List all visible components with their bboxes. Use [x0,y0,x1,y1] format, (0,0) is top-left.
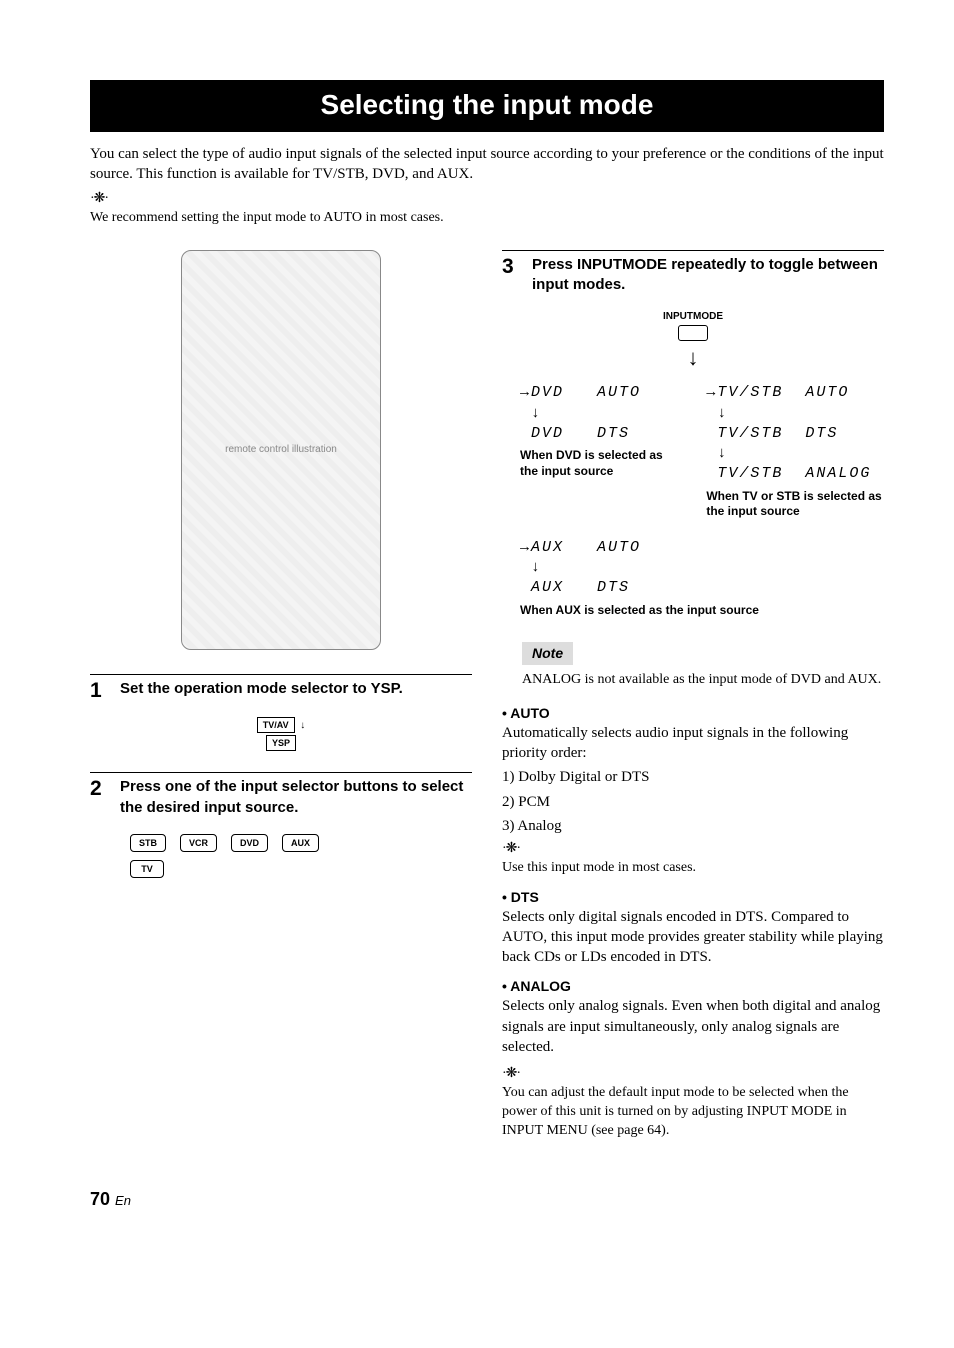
tip-icon: ·❋· [502,1065,884,1084]
inputmode-label: INPUTMODE [502,310,884,324]
aux-button: AUX [282,834,319,852]
remote-illustration: remote control illustration [181,250,381,650]
down-arrow-icon: ↓ [502,347,884,369]
tvstb-caption: When TV or STB is selected as the input … [706,489,884,520]
auto-tip: Use this input mode in most cases. [502,859,884,878]
note-label: Note [522,642,573,665]
lcd-row-2: →AUX AUTO ↓ AUX DTS When AUX is selected… [520,538,884,618]
analog-heading: • ANALOG [502,977,884,996]
tv-button: TV [130,860,164,878]
mode-switch-figure: TV/AV ↓ YSP [90,716,472,752]
left-column: remote control illustration 1 Set the op… [90,244,472,1151]
auto-p1: 1) Dolby Digital or DTS [502,767,884,787]
remote-placeholder-label: remote control illustration [225,443,337,457]
page-number: 70 En [90,1187,884,1211]
rule [90,674,472,675]
page-number-value: 70 [90,1189,110,1209]
auto-p2: 2) PCM [502,792,884,812]
tip-icon: ·❋· [502,840,884,859]
top-tip: We recommend setting the input mode to A… [90,209,884,228]
step-number: 1 [90,679,108,702]
inputmode-figure: INPUTMODE ↓ [502,310,884,370]
page-title: Selecting the input mode [90,80,884,132]
step-2: 2 Press one of the input selector button… [90,777,472,818]
dts-body: Selects only digital signals encoded in … [502,907,884,968]
switch-tvav: TV/AV [257,717,295,733]
input-buttons-row2: TV [90,860,472,878]
tip-icon: ·❋· [90,190,884,209]
final-tip: You can adjust the default input mode to… [502,1084,884,1141]
dvd-button: DVD [231,834,268,852]
step-1: 1 Set the operation mode selector to YSP… [90,679,472,702]
step-number: 2 [90,777,108,818]
lcd-row-1: →DVD AUTO ↓ DVD DTS When DVD is selected… [520,383,884,519]
dvd-caption: When DVD is selected as the input source [520,448,676,479]
inputmode-button-icon [678,325,708,341]
stb-button: STB [130,834,166,852]
intro-paragraph: You can select the type of audio input s… [90,144,884,185]
down-arrow-icon: ↓ [300,720,305,731]
input-buttons-row1: STB VCR DVD AUX [90,834,472,852]
step-text: Press one of the input selector buttons … [120,777,472,818]
switch-ysp: YSP [266,735,296,751]
step-text: Set the operation mode selector to YSP. [120,679,403,702]
note-text: ANALOG is not available as the input mod… [522,671,884,690]
step-number: 3 [502,255,520,296]
auto-p3: 3) Analog [502,816,884,836]
auto-body: Automatically selects audio input signal… [502,723,884,764]
page-number-suffix: En [115,1193,131,1208]
vcr-button: VCR [180,834,217,852]
rule [502,250,884,251]
analog-body: Selects only analog signals. Even when b… [502,996,884,1057]
right-column: 3 Press INPUTMODE repeatedly to toggle b… [502,244,884,1151]
lcd-tvstb: →TV/STB AUTO ↓ TV/STB DTS ↓ TV/STB ANALO… [706,383,884,484]
step-3: 3 Press INPUTMODE repeatedly to toggle b… [502,255,884,296]
lcd-aux: →AUX AUTO ↓ AUX DTS [520,538,759,599]
auto-heading: • AUTO [502,704,884,723]
aux-caption: When AUX is selected as the input source [520,603,759,619]
lcd-dvd: →DVD AUTO ↓ DVD DTS [520,383,676,444]
step-text: Press INPUTMODE repeatedly to toggle bet… [532,255,884,296]
dts-heading: • DTS [502,888,884,907]
rule [90,772,472,773]
